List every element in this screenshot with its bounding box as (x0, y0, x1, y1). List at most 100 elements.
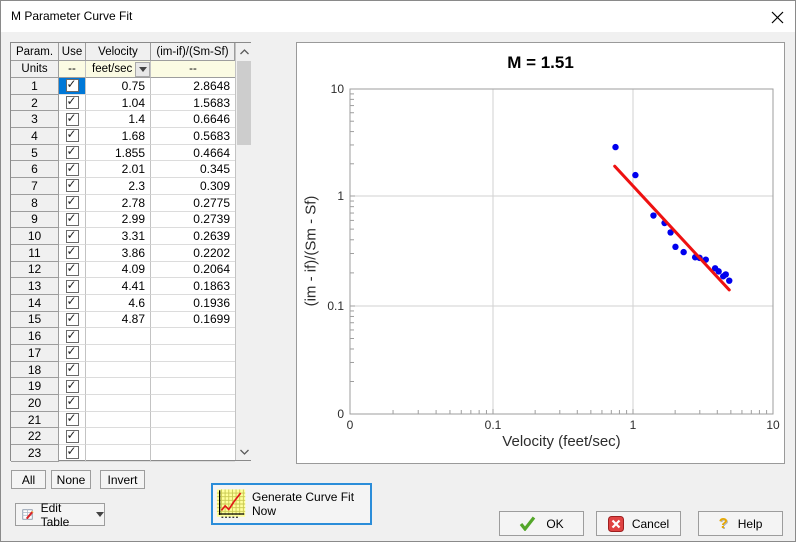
velocity-cell[interactable] (86, 428, 151, 446)
row-number-cell[interactable]: 19 (11, 378, 59, 396)
value-cell[interactable] (151, 395, 235, 412)
velocity-cell[interactable]: 3.31 (86, 228, 151, 245)
row-number-cell[interactable]: 15 (11, 311, 59, 329)
velocity-cell[interactable]: 2.01 (86, 161, 151, 179)
ok-button[interactable]: OK (499, 511, 584, 536)
value-cell[interactable]: 0.1699 (151, 312, 235, 329)
use-checkbox[interactable] (65, 279, 79, 293)
velocity-cell[interactable] (86, 361, 151, 379)
close-button[interactable] (767, 7, 787, 27)
all-button[interactable]: All (11, 470, 46, 489)
use-checkbox[interactable] (65, 312, 79, 326)
use-checkbox[interactable] (65, 195, 79, 210)
use-checkbox[interactable] (65, 212, 79, 226)
row-number-cell[interactable]: 11 (11, 244, 59, 262)
velocity-cell[interactable] (86, 395, 151, 412)
velocity-cell[interactable] (86, 378, 151, 396)
row-number-cell[interactable]: 6 (11, 161, 59, 179)
velocity-cell[interactable]: 3.86 (86, 244, 151, 262)
row-number-cell[interactable]: 8 (11, 194, 59, 212)
use-checkbox[interactable] (65, 245, 79, 260)
value-cell[interactable]: 0.2639 (151, 228, 235, 245)
value-cell[interactable] (151, 378, 235, 396)
use-checkbox[interactable] (65, 362, 79, 377)
invert-button[interactable]: Invert (100, 470, 145, 489)
value-cell[interactable]: 0.345 (151, 161, 235, 179)
use-checkbox[interactable] (65, 379, 79, 393)
use-checkbox[interactable] (65, 329, 79, 343)
row-number-cell[interactable]: 13 (11, 278, 59, 295)
row-number-cell[interactable]: 10 (11, 228, 59, 245)
value-cell[interactable]: 0.2775 (151, 195, 235, 212)
help-button[interactable]: ? Help (698, 511, 783, 536)
velocity-cell[interactable]: 2.99 (86, 211, 151, 229)
value-cell[interactable]: 2.8648 (151, 78, 235, 95)
row-number-cell[interactable]: 2 (11, 94, 59, 112)
value-cell[interactable] (151, 328, 235, 345)
use-checkbox[interactable] (65, 128, 79, 143)
cancel-button[interactable]: Cancel (596, 511, 681, 536)
use-checkbox[interactable] (65, 395, 79, 410)
use-checkbox[interactable] (65, 162, 79, 176)
velocity-cell[interactable]: 2.78 (86, 194, 151, 212)
scroll-up-button[interactable] (236, 43, 253, 60)
value-cell[interactable] (151, 445, 235, 462)
use-checkbox[interactable] (65, 345, 79, 360)
use-checkbox[interactable] (65, 229, 79, 243)
row-number-cell[interactable]: 12 (11, 261, 59, 279)
units-dropdown-button[interactable] (135, 61, 150, 77)
row-number-cell[interactable]: 1 (11, 78, 59, 95)
velocity-cell[interactable]: 4.09 (86, 261, 151, 279)
value-cell[interactable]: 0.309 (151, 178, 235, 195)
velocity-cell[interactable]: 2.3 (86, 178, 151, 195)
value-cell[interactable]: 0.2202 (151, 245, 235, 262)
row-number-cell[interactable]: 7 (11, 178, 59, 195)
value-cell[interactable]: 0.5683 (151, 128, 235, 145)
row-number-cell[interactable]: 17 (11, 345, 59, 362)
use-checkbox[interactable] (65, 78, 79, 93)
row-number-cell[interactable]: 22 (11, 428, 59, 446)
row-number-cell[interactable]: 14 (11, 294, 59, 312)
value-cell[interactable]: 0.4664 (151, 145, 235, 162)
value-cell[interactable]: 0.1936 (151, 295, 235, 312)
value-cell[interactable] (151, 412, 235, 429)
scroll-down-button[interactable] (236, 443, 253, 460)
velocity-cell[interactable]: 1.4 (86, 111, 151, 129)
row-number-cell[interactable]: 21 (11, 411, 59, 429)
use-checkbox[interactable] (65, 412, 79, 427)
use-checkbox[interactable] (65, 429, 79, 443)
generate-curve-fit-button[interactable]: Generate Curve Fit Now (211, 483, 372, 525)
row-number-cell[interactable]: 5 (11, 144, 59, 162)
row-number-cell[interactable]: 16 (11, 328, 59, 345)
row-number-cell[interactable]: 3 (11, 111, 59, 129)
value-cell[interactable]: 0.1863 (151, 278, 235, 295)
table-scrollbar[interactable] (235, 43, 253, 460)
use-checkbox[interactable] (65, 178, 79, 193)
row-number-cell[interactable]: 18 (11, 361, 59, 379)
velocity-cell[interactable]: 4.87 (86, 311, 151, 329)
value-cell[interactable]: 0.2064 (151, 262, 235, 279)
row-number-cell[interactable]: 23 (11, 445, 59, 462)
velocity-cell[interactable]: 1.04 (86, 94, 151, 112)
velocity-cell[interactable] (86, 345, 151, 362)
edit-table-button[interactable]: Edit Table (15, 501, 105, 529)
value-cell[interactable]: 1.5683 (151, 95, 235, 112)
velocity-cell[interactable]: 4.6 (86, 294, 151, 312)
value-cell[interactable] (151, 362, 235, 379)
use-checkbox[interactable] (65, 295, 79, 310)
none-button[interactable]: None (51, 470, 91, 489)
use-checkbox[interactable] (65, 262, 79, 276)
scrollbar-thumb[interactable] (237, 61, 251, 145)
velocity-cell[interactable]: 0.75 (86, 78, 151, 95)
value-cell[interactable]: 0.6646 (151, 111, 235, 129)
units-velocity-combo[interactable]: feet/sec (86, 61, 151, 78)
use-checkbox[interactable] (65, 95, 79, 110)
velocity-cell[interactable]: 4.41 (86, 278, 151, 295)
value-cell[interactable] (151, 428, 235, 446)
row-number-cell[interactable]: 9 (11, 211, 59, 229)
velocity-cell[interactable] (86, 411, 151, 429)
row-number-cell[interactable]: 20 (11, 395, 59, 412)
velocity-cell[interactable]: 1.68 (86, 128, 151, 145)
use-checkbox[interactable] (65, 112, 79, 126)
use-checkbox[interactable] (65, 445, 79, 460)
